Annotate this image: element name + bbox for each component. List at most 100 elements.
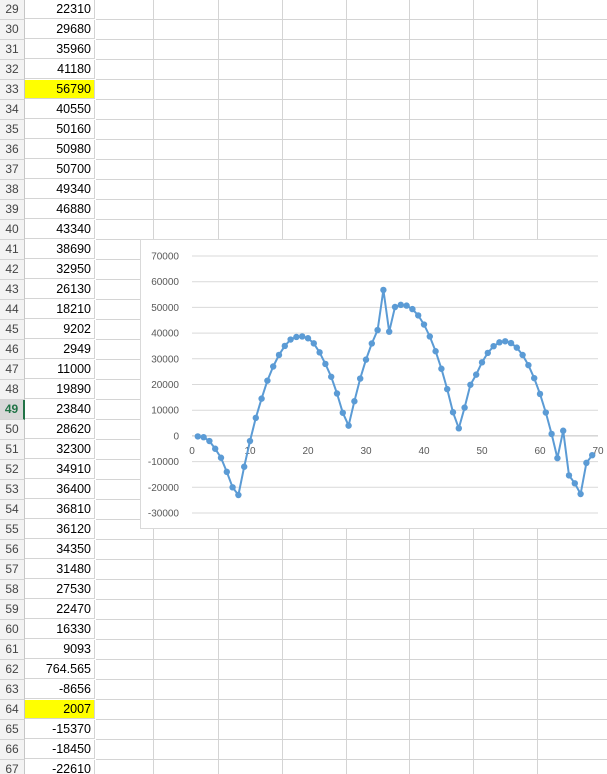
row-header[interactable]: 44 [0, 300, 25, 320]
row-header[interactable]: 29 [0, 0, 25, 20]
row-header[interactable]: 51 [0, 440, 25, 460]
cell-value[interactable]: -18450 [25, 740, 95, 759]
empty-cell[interactable] [219, 640, 283, 660]
cell-value[interactable]: 31480 [25, 560, 95, 579]
row-header[interactable]: 30 [0, 20, 25, 40]
empty-cell[interactable] [347, 120, 410, 140]
empty-cell[interactable] [154, 760, 219, 774]
empty-cell[interactable] [538, 720, 607, 740]
empty-cell[interactable] [154, 180, 219, 200]
empty-cell[interactable] [347, 660, 410, 680]
empty-cell[interactable] [410, 140, 474, 160]
cell-value[interactable]: 2949 [25, 340, 95, 359]
empty-cell[interactable] [347, 220, 410, 240]
empty-cell[interactable] [219, 680, 283, 700]
empty-cell[interactable] [410, 720, 474, 740]
row-header[interactable]: 48 [0, 380, 25, 400]
row-header[interactable]: 47 [0, 360, 25, 380]
cell-value[interactable]: 32300 [25, 440, 95, 459]
cell-value[interactable]: 2007 [25, 700, 95, 719]
empty-cell[interactable] [283, 540, 347, 560]
empty-cell[interactable] [219, 140, 283, 160]
empty-cell[interactable] [283, 560, 347, 580]
cell-value[interactable]: 18210 [25, 300, 95, 319]
empty-cell[interactable] [96, 140, 154, 160]
row-header[interactable]: 55 [0, 520, 25, 540]
empty-cell[interactable] [410, 60, 474, 80]
row-header[interactable]: 33 [0, 80, 25, 100]
empty-cell[interactable] [347, 0, 410, 20]
empty-cell[interactable] [410, 0, 474, 20]
empty-cell[interactable] [219, 620, 283, 640]
empty-cell[interactable] [538, 40, 607, 60]
empty-cell[interactable] [410, 220, 474, 240]
cell-value[interactable]: 36120 [25, 520, 95, 539]
empty-cell[interactable] [219, 740, 283, 760]
empty-cell[interactable] [154, 720, 219, 740]
empty-cell[interactable] [96, 760, 154, 774]
empty-cell[interactable] [410, 200, 474, 220]
cell-value[interactable]: 27530 [25, 580, 95, 599]
empty-cell[interactable] [283, 640, 347, 660]
empty-cell[interactable] [219, 720, 283, 740]
empty-cell[interactable] [347, 700, 410, 720]
empty-cell[interactable] [538, 100, 607, 120]
empty-cell[interactable] [474, 720, 538, 740]
row-header[interactable]: 54 [0, 500, 25, 520]
empty-cell[interactable] [474, 100, 538, 120]
empty-cell[interactable] [538, 160, 607, 180]
row-header[interactable]: 45 [0, 320, 25, 340]
empty-cell[interactable] [283, 580, 347, 600]
row-header[interactable]: 38 [0, 180, 25, 200]
row-header[interactable]: 40 [0, 220, 25, 240]
empty-cell[interactable] [219, 120, 283, 140]
empty-cell[interactable] [154, 660, 219, 680]
cell-value[interactable]: 43340 [25, 220, 95, 239]
empty-cell[interactable] [219, 540, 283, 560]
empty-cell[interactable] [410, 20, 474, 40]
empty-cell[interactable] [154, 740, 219, 760]
row-header[interactable]: 49 [0, 400, 25, 420]
cell-value[interactable]: 34350 [25, 540, 95, 559]
cell-value[interactable]: -15370 [25, 720, 95, 739]
empty-cell[interactable] [347, 720, 410, 740]
empty-cell[interactable] [154, 220, 219, 240]
empty-cell[interactable] [96, 40, 154, 60]
cell-value[interactable]: -8656 [25, 680, 95, 699]
empty-cell[interactable] [410, 740, 474, 760]
empty-cell[interactable] [283, 80, 347, 100]
empty-cell[interactable] [538, 660, 607, 680]
row-header[interactable]: 53 [0, 480, 25, 500]
empty-cell[interactable] [410, 180, 474, 200]
empty-cell[interactable] [219, 20, 283, 40]
empty-cell[interactable] [347, 540, 410, 560]
cell-value[interactable]: 22470 [25, 600, 95, 619]
empty-cell[interactable] [538, 560, 607, 580]
empty-cell[interactable] [154, 100, 219, 120]
empty-cell[interactable] [154, 20, 219, 40]
row-header[interactable]: 32 [0, 60, 25, 80]
empty-cell[interactable] [283, 760, 347, 774]
empty-cell[interactable] [410, 120, 474, 140]
empty-cell[interactable] [283, 140, 347, 160]
empty-cell[interactable] [283, 680, 347, 700]
empty-cell[interactable] [347, 140, 410, 160]
row-header[interactable]: 35 [0, 120, 25, 140]
empty-cell[interactable] [538, 120, 607, 140]
empty-cell[interactable] [410, 620, 474, 640]
empty-cell[interactable] [474, 20, 538, 40]
cell-value[interactable]: 9093 [25, 640, 95, 659]
empty-cell[interactable] [538, 180, 607, 200]
empty-cell[interactable] [474, 140, 538, 160]
empty-cell[interactable] [347, 580, 410, 600]
empty-cell[interactable] [154, 600, 219, 620]
empty-cell[interactable] [538, 740, 607, 760]
empty-cell[interactable] [96, 20, 154, 40]
empty-cell[interactable] [96, 160, 154, 180]
empty-cell[interactable] [219, 760, 283, 774]
empty-cell[interactable] [96, 560, 154, 580]
empty-cell[interactable] [410, 100, 474, 120]
row-header[interactable]: 36 [0, 140, 25, 160]
empty-cell[interactable] [538, 20, 607, 40]
empty-cell[interactable] [283, 60, 347, 80]
